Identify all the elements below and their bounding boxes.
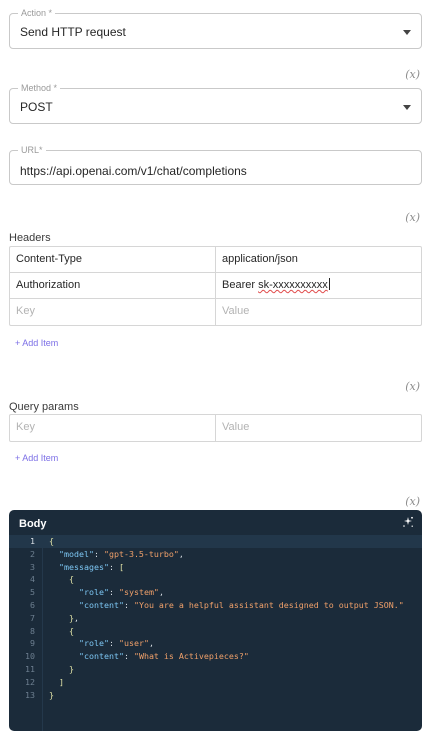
code-line: 11 } xyxy=(9,663,422,676)
text-cursor xyxy=(328,278,330,290)
code-text: "content": "You are a helpful assistant … xyxy=(78,599,404,610)
action-label: Action * xyxy=(18,7,56,19)
header-value-prefix: Bearer xyxy=(222,279,259,291)
line-number: 10 xyxy=(25,651,35,662)
line-number: 9 xyxy=(30,638,35,649)
code-line: 2 "model": "gpt-3.5-turbo", xyxy=(9,548,422,561)
headers-add-item-link[interactable]: + Add Item xyxy=(15,338,58,348)
code-line: 1{ xyxy=(9,535,422,548)
code-text: { xyxy=(68,574,74,585)
code-line: 6 "content": "You are a helpful assistan… xyxy=(9,599,422,612)
code-line: 10 "content": "What is Activepieces?" xyxy=(9,650,422,663)
query-key-input[interactable]: Key xyxy=(10,415,216,441)
code-text: { xyxy=(49,536,54,546)
fx-toggle-query[interactable]: (x) xyxy=(405,380,420,393)
code-text: ] xyxy=(59,676,64,687)
header-key-cell[interactable]: Content-Type xyxy=(10,247,216,272)
headers-table: Content-Type application/json Authorizat… xyxy=(9,246,422,326)
chevron-down-icon xyxy=(403,105,411,110)
code-line: 12 ] xyxy=(9,676,422,689)
code-text: "role": "user", xyxy=(78,638,154,649)
code-text: } xyxy=(68,663,74,674)
code-text: { xyxy=(68,625,74,636)
url-field[interactable]: URL* https://api.openai.com/v1/chat/comp… xyxy=(9,144,422,185)
header-value-token: sk-xxxxxxxxxx xyxy=(258,279,328,291)
header-key-cell[interactable]: Authorization xyxy=(10,273,216,298)
line-number: 13 xyxy=(25,689,35,700)
line-number: 11 xyxy=(25,663,35,674)
code-text: "content": "What is Activepieces?" xyxy=(78,651,249,662)
code-line: 5 "role": "system", xyxy=(9,586,422,599)
action-value: Send HTTP request xyxy=(20,25,126,39)
code-text: "messages": [ xyxy=(59,561,124,572)
code-line: 3 "messages": [ xyxy=(9,561,422,574)
code-line: 13} xyxy=(9,689,422,702)
line-number: 12 xyxy=(25,676,35,687)
code-line: 8 { xyxy=(9,625,422,638)
table-row: Key Value xyxy=(10,299,421,325)
header-value-cell[interactable]: Bearer sk-xxxxxxxxxx xyxy=(216,273,421,298)
header-value-cell[interactable]: application/json xyxy=(216,247,421,272)
code-text: "role": "system", xyxy=(78,587,164,598)
code-line: 4 { xyxy=(9,573,422,586)
line-number: 5 xyxy=(30,587,35,598)
table-row: Key Value xyxy=(10,415,421,441)
url-value: https://api.openai.com/v1/chat/completio… xyxy=(20,164,247,178)
query-value-input[interactable]: Value xyxy=(216,415,421,441)
query-params-table: Key Value xyxy=(9,414,422,442)
line-number: 2 xyxy=(30,548,35,559)
line-number: 1 xyxy=(30,536,35,546)
headers-label: Headers xyxy=(9,232,51,244)
line-number: 7 xyxy=(30,612,35,623)
table-row: Authorization Bearer sk-xxxxxxxxxx xyxy=(10,273,421,299)
line-number: 4 xyxy=(30,574,35,585)
code-text: }, xyxy=(68,612,79,623)
query-params-label: Query params xyxy=(9,401,79,413)
method-select[interactable]: Method * POST xyxy=(9,82,422,124)
header-key-input[interactable]: Key xyxy=(10,299,216,325)
fx-toggle-url[interactable]: (x) xyxy=(405,211,420,224)
line-number: 6 xyxy=(30,599,35,610)
body-title: Body xyxy=(19,518,47,530)
method-label: Method * xyxy=(18,82,61,94)
url-label: URL* xyxy=(18,144,46,156)
body-code-editor[interactable]: Body 1{ 2 "model": "gpt-3.5-turbo", 3 "m… xyxy=(9,510,422,731)
table-row: Content-Type application/json xyxy=(10,247,421,273)
code-line: 9 "role": "user", xyxy=(9,637,422,650)
code-text: } xyxy=(49,689,54,700)
query-add-item-link[interactable]: + Add Item xyxy=(15,453,58,463)
line-number: 8 xyxy=(30,625,35,636)
chevron-down-icon xyxy=(403,30,411,35)
header-value-input[interactable]: Value xyxy=(216,299,421,325)
fx-toggle-action[interactable]: (x) xyxy=(405,68,420,81)
code-area[interactable]: 1{ 2 "model": "gpt-3.5-turbo", 3 "messag… xyxy=(9,535,422,731)
code-text: "model": "gpt-3.5-turbo", xyxy=(59,548,184,559)
method-value: POST xyxy=(20,100,53,114)
code-line: 7 }, xyxy=(9,612,422,625)
fx-toggle-body[interactable]: (x) xyxy=(405,495,420,508)
magic-wand-icon[interactable] xyxy=(402,516,414,528)
line-number: 3 xyxy=(30,561,35,572)
action-select[interactable]: Action * Send HTTP request xyxy=(9,7,422,49)
